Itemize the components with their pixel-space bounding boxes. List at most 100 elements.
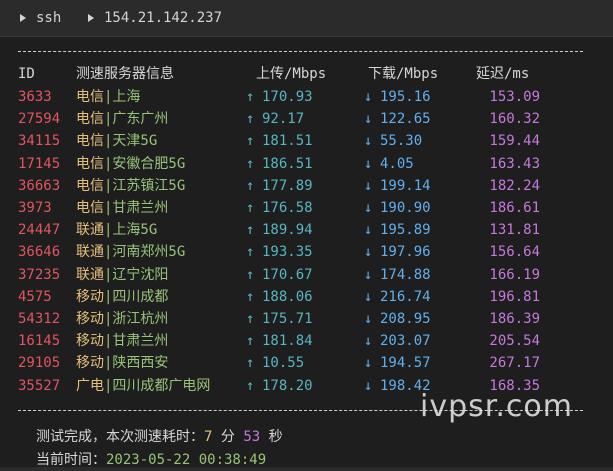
time-value: 2023-05-22 00:38:49 [106, 452, 267, 468]
summary-sec-unit: 秒 [268, 429, 283, 445]
row-node: 电信|甘肃兰州 [76, 198, 168, 218]
up-arrow-icon: ↑ [246, 244, 255, 261]
row-download-value: 55.30 [380, 133, 423, 150]
table-row: 29105 移动|陕西西安 ↑ 10.55 ↓ 194.57 267.17 [0, 353, 613, 373]
row-latency: 160.32 [489, 111, 540, 128]
row-city: |甘肃兰州 [104, 200, 169, 216]
row-isp: 移动 [76, 288, 104, 305]
down-arrow-icon: ↓ [364, 200, 373, 216]
row-isp: 电信 [76, 200, 104, 216]
time-line: 当前时间：2023-05-22 00:38:49 [36, 449, 266, 469]
header-node: 测速服务器信息 [76, 66, 174, 82]
row-download-value: 195.89 [380, 222, 431, 239]
up-arrow-icon: ↑ [246, 377, 255, 394]
row-isp: 电信 [76, 89, 104, 105]
table-row: 16145 移动|甘肃兰州 ↑ 181.84 ↓ 203.07 205.54 [0, 331, 613, 351]
row-id: 36646 [18, 244, 61, 261]
row-node: 移动|陕西西安 [76, 353, 168, 373]
row-node: 联通|河南郑州5G [76, 242, 185, 262]
row-upload-value: 181.51 [262, 133, 313, 150]
row-latency: 159.44 [489, 133, 540, 150]
row-download: ↓ 203.07 [364, 331, 431, 351]
row-upload: ↑ 193.35 [246, 242, 313, 262]
table-row: 17145 电信|安徽合肥5G ↑ 186.51 ↓ 4.05 163.43 [0, 154, 613, 174]
down-arrow-icon: ↓ [364, 355, 373, 372]
row-city: |上海 [104, 89, 141, 105]
row-upload: ↑ 186.51 [246, 154, 313, 174]
down-arrow-icon: ↓ [364, 111, 373, 128]
row-download-value: 190.90 [380, 200, 431, 216]
row-download-value: 197.96 [380, 244, 431, 261]
row-city: |安徽合肥5G [104, 155, 186, 172]
row-city: |甘肃兰州 [104, 333, 169, 350]
row-id: 35527 [18, 377, 61, 394]
row-download: ↓ 55.30 [364, 131, 422, 151]
up-arrow-icon: ↑ [246, 266, 255, 283]
row-id: 29105 [18, 355, 61, 372]
row-download: ↓ 199.14 [364, 176, 431, 196]
row-latency: 196.81 [489, 288, 540, 305]
row-isp: 电信 [76, 133, 104, 150]
chevron-right-icon [20, 14, 26, 22]
down-arrow-icon: ↓ [364, 133, 373, 150]
row-download: ↓ 4.05 [364, 154, 414, 174]
row-upload-value: 188.06 [262, 288, 313, 305]
row-node: 电信|上海 [76, 87, 140, 107]
table-row: 3973 电信|甘肃兰州 ↑ 176.58 ↓ 190.90 186.61 [0, 198, 613, 218]
summary-line: 测试完成，本次测速耗时：7 分 53 秒 [36, 426, 283, 446]
row-upload-value: 175.71 [262, 311, 313, 327]
row-isp: 电信 [76, 177, 104, 194]
bottom-strip [0, 467, 613, 471]
breadcrumb-host[interactable]: 154.21.142.237 [88, 10, 222, 26]
row-download: ↓ 208.95 [364, 309, 431, 329]
up-arrow-icon: ↑ [246, 177, 255, 194]
row-latency: 205.54 [489, 333, 540, 350]
row-download-value: 208.95 [380, 311, 431, 327]
row-latency: 153.09 [489, 89, 540, 105]
table-row: 36663 电信|江苏镇江5G ↑ 177.89 ↓ 199.14 182.24 [0, 176, 613, 196]
row-download-value: 216.74 [380, 288, 431, 305]
summary-prefix: 测试完成，本次测速耗时： [36, 429, 204, 445]
down-arrow-icon: ↓ [364, 311, 373, 327]
row-latency: 163.43 [489, 155, 540, 172]
down-arrow-icon: ↓ [364, 333, 373, 350]
row-upload: ↑ 177.89 [246, 176, 313, 196]
row-city: |四川成都 [104, 288, 169, 305]
row-download-value: 199.14 [380, 177, 431, 194]
up-arrow-icon: ↑ [246, 311, 255, 327]
row-city: |广东广州 [104, 111, 169, 128]
row-node: 电信|安徽合肥5G [76, 154, 185, 174]
table-row: 36646 联通|河南郑州5G ↑ 193.35 ↓ 197.96 156.64 [0, 242, 613, 262]
row-city: |四川成都广电网 [104, 377, 211, 394]
row-isp: 移动 [76, 311, 104, 327]
row-id: 16145 [18, 333, 61, 350]
row-download: ↓ 216.74 [364, 287, 431, 307]
row-isp: 广电 [76, 377, 104, 394]
row-city: |天津5G [104, 133, 158, 150]
row-upload-value: 176.58 [262, 200, 313, 216]
breadcrumb-ssh[interactable]: ssh [20, 10, 61, 26]
down-arrow-icon: ↓ [364, 89, 373, 105]
row-upload-value: 193.35 [262, 244, 313, 261]
watermark-logo: ivpsr.com [420, 389, 573, 424]
row-upload: ↑ 181.51 [246, 131, 313, 151]
row-id: 17145 [18, 155, 61, 172]
up-arrow-icon: ↑ [246, 133, 255, 150]
row-isp: 联通 [76, 222, 104, 239]
table-row: 37235 联通|辽宁沈阳 ↑ 170.67 ↓ 174.88 166.19 [0, 265, 613, 285]
row-id: 3973 [18, 200, 52, 216]
row-upload: ↑ 170.93 [246, 87, 313, 107]
table-header: ID 测速服务器信息 上传/Mbps 下载/Mbps 延迟/ms [0, 64, 613, 84]
breadcrumb-label: ssh [36, 10, 62, 26]
row-isp: 电信 [76, 111, 104, 128]
row-id: 3633 [18, 89, 52, 105]
row-latency: 156.64 [489, 244, 540, 261]
up-arrow-icon: ↑ [246, 355, 255, 372]
row-node: 电信|天津5G [76, 131, 157, 151]
row-node: 移动|浙江杭州 [76, 309, 168, 329]
header-download: 下载/Mbps [368, 66, 439, 82]
down-arrow-icon: ↓ [364, 266, 373, 283]
row-node: 移动|四川成都 [76, 287, 168, 307]
row-latency: 166.19 [489, 266, 540, 283]
row-upload: ↑ 92.17 [246, 109, 304, 129]
